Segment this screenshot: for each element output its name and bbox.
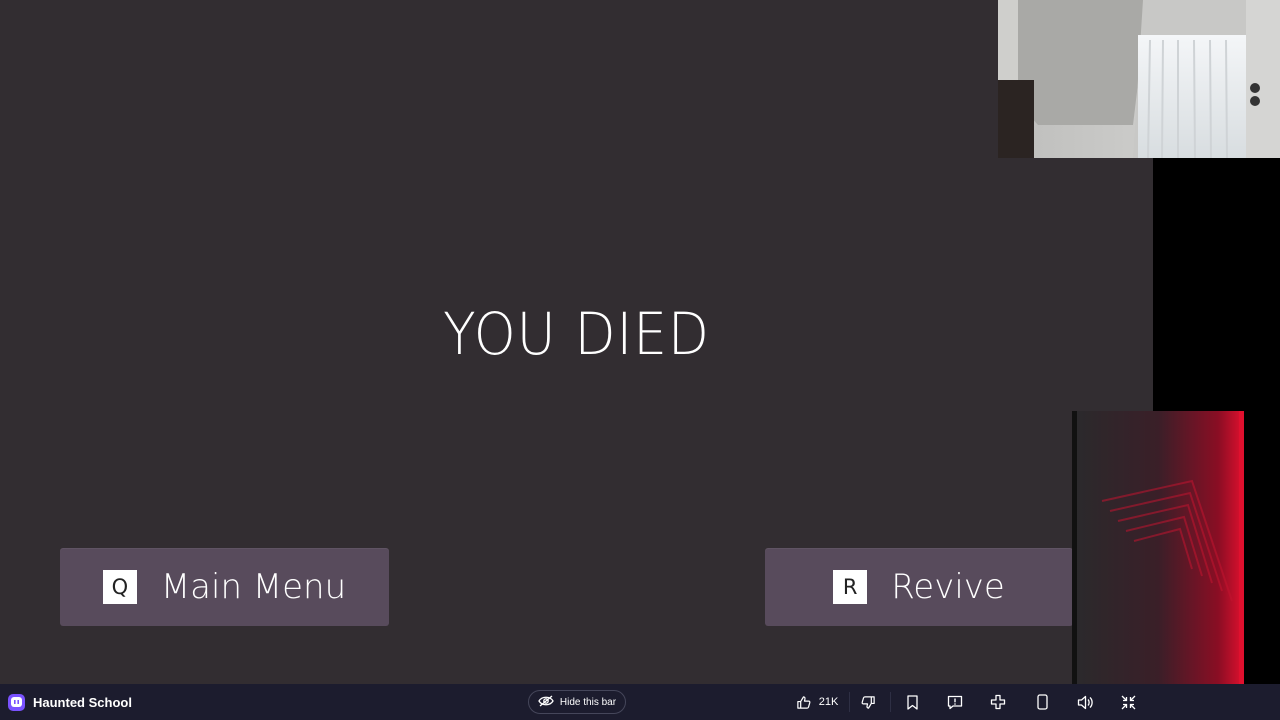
exit-fullscreen-button[interactable] (1116, 688, 1140, 716)
exit-fullscreen-icon (1121, 695, 1136, 710)
controller-icon (990, 694, 1006, 710)
red-corridor-widget (1072, 411, 1244, 686)
bookmark-icon (906, 694, 919, 710)
dislike-button[interactable] (856, 688, 880, 716)
report-icon (947, 695, 963, 710)
key-q-badge: Q (102, 570, 137, 604)
revive-label: Revive (891, 567, 1005, 607)
portrait-mode-button[interactable] (1030, 688, 1054, 716)
webcam-overlay (998, 0, 1280, 158)
game-screen: YOU DIED Q Main Menu R Revive (0, 0, 1153, 684)
like-button[interactable]: 21K (792, 688, 842, 716)
toolbar-separator (849, 692, 850, 712)
controls-button[interactable] (986, 688, 1010, 716)
eye-off-icon (538, 695, 554, 710)
phone-icon (1036, 694, 1048, 710)
game-name: Haunted School (33, 694, 132, 710)
hide-bar-label: Hide this bar (559, 696, 617, 708)
like-icon (796, 695, 811, 710)
volume-button[interactable] (1073, 688, 1097, 716)
key-r-badge: R (833, 570, 868, 604)
bookmark-button[interactable] (900, 688, 924, 716)
toolbar-separator (890, 692, 891, 712)
brand[interactable]: Haunted School (8, 693, 132, 711)
hide-bar-button[interactable]: Hide this bar (528, 690, 626, 714)
dislike-icon (861, 695, 876, 710)
brand-logo-icon (8, 693, 25, 711)
volume-icon (1077, 695, 1094, 710)
you-died-title: YOU DIED (443, 300, 710, 368)
main-menu-label: Main Menu (160, 567, 347, 607)
revive-button[interactable]: R Revive (765, 548, 1073, 626)
report-button[interactable] (943, 688, 967, 716)
main-menu-button[interactable]: Q Main Menu (60, 548, 389, 626)
like-count: 21K (818, 696, 839, 708)
